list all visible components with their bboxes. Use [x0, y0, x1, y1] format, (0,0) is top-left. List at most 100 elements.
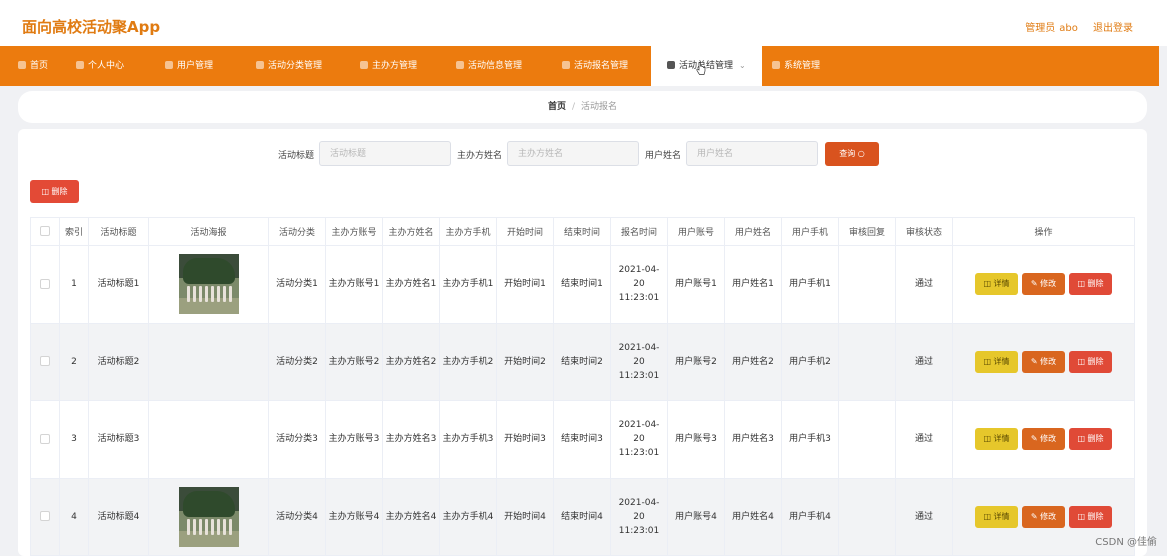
delete-button[interactable]: ◫ 删除 — [1069, 350, 1112, 373]
breadcrumb-current: 活动报名 — [581, 102, 618, 112]
cell-signup-time: 2021-04-20 11:23:01 — [610, 477, 668, 556]
detail-button[interactable]: ◫ 详情 — [975, 273, 1018, 296]
table-row[interactable]: 4 活动标题4 活动分类4 主办方账号4 主办方姓名4 主办方手机4 开始时间4 结束时间4 2… — [30, 477, 1135, 556]
cell-start-time: 开始时间1 — [496, 245, 554, 324]
cell-signup-time: 2021-04-20 11:23:01 — [610, 322, 668, 401]
grid-icon — [165, 61, 173, 69]
table-row[interactable]: 2 活动标题2 活动分类2 主办方账号2 主办方姓名2 主办方手机2 开始时间2 结束时间2 2… — [30, 322, 1135, 401]
nav-item-summary[interactable]: 活动总结管理 ⌄ — [651, 46, 762, 86]
column-header: 操作 — [952, 217, 1135, 246]
nav-item-host[interactable]: 主办方管理 — [360, 46, 417, 86]
signup-table: 索引 活动标题 活动海报 活动分类 主办方账号 主办方姓名 主办方手机 开始时间… — [30, 217, 1135, 556]
column-header: 用户姓名 — [724, 217, 782, 246]
cell-host-name: 主办方姓名3 — [382, 400, 440, 479]
cell-actions: ◫ 详情 ✎ 修改 ◫ 删除 — [952, 245, 1135, 324]
row-checkbox[interactable] — [40, 356, 50, 367]
nav-label: 主办方管理 — [372, 61, 418, 71]
cell-title: 活动标题3 — [88, 400, 149, 479]
table-row[interactable]: 1 活动标题1 活动分类1 主办方账号1 主办方姓名1 主办方手机1 开始时间1 结束时间1 2… — [30, 245, 1135, 324]
detail-button[interactable]: ◫ 详情 — [975, 505, 1018, 528]
user-search-input[interactable] — [686, 141, 818, 166]
column-header: 开始时间 — [496, 217, 554, 246]
column-header: 审核状态 — [895, 217, 953, 246]
cell-user-name: 用户姓名2 — [724, 322, 782, 401]
query-button[interactable]: 查询 ○ — [825, 142, 879, 166]
cell-poster — [148, 400, 269, 479]
row-select-cell[interactable] — [30, 245, 60, 324]
folder-icon — [772, 61, 780, 69]
nav-item-home[interactable]: 首页 — [18, 46, 48, 86]
cell-review-status: 通过 — [895, 322, 953, 401]
breadcrumb: 首页 / 活动报名 — [18, 91, 1147, 123]
cell-host-account: 主办方账号4 — [325, 477, 383, 556]
breadcrumb-home[interactable]: 首页 — [548, 102, 566, 112]
row-select-cell[interactable] — [30, 477, 60, 556]
cell-review-status: 通过 — [895, 245, 953, 324]
cell-review-reply — [838, 322, 896, 401]
row-checkbox[interactable] — [40, 278, 50, 289]
cell-user-phone: 用户手机1 — [781, 245, 839, 324]
cell-host-name: 主办方姓名2 — [382, 322, 440, 401]
edit-button[interactable]: ✎ 修改 — [1022, 350, 1065, 373]
cell-host-name: 主办方姓名1 — [382, 245, 440, 324]
cell-user-account: 用户账号3 — [667, 400, 725, 479]
cell-user-phone: 用户手机3 — [781, 400, 839, 479]
cell-user-account: 用户账号1 — [667, 245, 725, 324]
nav-label: 系统管理 — [784, 61, 821, 71]
cell-poster — [148, 245, 269, 324]
batch-delete-button[interactable]: ◫ 删除 — [30, 180, 79, 203]
column-header: 结束时间 — [553, 217, 611, 246]
host-search-input[interactable] — [507, 141, 639, 166]
cell-poster — [148, 322, 269, 401]
row-select-cell[interactable] — [30, 322, 60, 401]
nav-label: 活动信息管理 — [468, 61, 523, 71]
logout-link[interactable]: 退出登录 — [1093, 23, 1133, 34]
main-nav: 首页 个人中心 用户管理 活动分类管理 主办方管理 活动信息管理 活动报名管理 … — [0, 46, 1159, 86]
detail-button[interactable]: ◫ 详情 — [975, 350, 1018, 373]
cell-title: 活动标题2 — [88, 322, 149, 401]
detail-button[interactable]: ◫ 详情 — [975, 428, 1018, 451]
nav-item-signup[interactable]: 活动报名管理 — [562, 46, 628, 86]
home-icon — [18, 61, 26, 69]
select-all-cell[interactable] — [30, 217, 60, 246]
row-checkbox[interactable] — [40, 433, 50, 444]
row-select-cell[interactable] — [30, 400, 60, 479]
cell-title: 活动标题1 — [88, 245, 149, 324]
hand-cursor-icon — [696, 62, 706, 75]
select-all-checkbox[interactable] — [40, 226, 50, 237]
column-header: 用户手机 — [781, 217, 839, 246]
watermark: CSDN @佳偷 — [1095, 537, 1157, 548]
nav-item-users[interactable]: 用户管理 — [165, 46, 213, 86]
edit-button[interactable]: ✎ 修改 — [1022, 273, 1065, 296]
nav-item-activity-info[interactable]: 活动信息管理 — [456, 46, 522, 86]
edit-button[interactable]: ✎ 修改 — [1022, 505, 1065, 528]
cell-host-account: 主办方账号1 — [325, 245, 383, 324]
admin-name: abo — [1059, 23, 1078, 34]
cell-end-time: 结束时间1 — [553, 245, 611, 324]
row-checkbox[interactable] — [40, 511, 50, 522]
title-search-input[interactable] — [319, 141, 451, 166]
cell-host-phone: 主办方手机4 — [439, 477, 497, 556]
cell-host-account: 主办方账号2 — [325, 322, 383, 401]
cell-host-phone: 主办方手机3 — [439, 400, 497, 479]
nav-item-category[interactable]: 活动分类管理 — [256, 46, 322, 86]
table-row[interactable]: 3 活动标题3 活动分类3 主办方账号3 主办方姓名3 主办方手机3 开始时间3 结束时间3 2… — [30, 400, 1135, 479]
delete-button[interactable]: ◫ 删除 — [1069, 505, 1112, 528]
column-header: 主办方手机 — [439, 217, 497, 246]
table-header-row: 索引 活动标题 活动海报 活动分类 主办方账号 主办方姓名 主办方手机 开始时间… — [30, 217, 1135, 246]
cell-end-time: 结束时间2 — [553, 322, 611, 401]
nav-item-profile[interactable]: 个人中心 — [76, 46, 124, 86]
cell-index: 1 — [59, 245, 89, 324]
column-header: 活动标题 — [88, 217, 149, 246]
cell-review-reply — [838, 245, 896, 324]
nav-item-system[interactable]: 系统管理 — [772, 46, 820, 86]
cell-review-status: 通过 — [895, 477, 953, 556]
delete-button[interactable]: ◫ 删除 — [1069, 273, 1112, 296]
column-header: 用户账号 — [667, 217, 725, 246]
delete-button[interactable]: ◫ 删除 — [1069, 428, 1112, 451]
title-search-label: 活动标题 — [278, 151, 315, 161]
cell-host-account: 主办方账号3 — [325, 400, 383, 479]
cell-user-name: 用户姓名4 — [724, 477, 782, 556]
edit-button[interactable]: ✎ 修改 — [1022, 428, 1065, 451]
cell-signup-time: 2021-04-20 11:23:01 — [610, 400, 668, 479]
